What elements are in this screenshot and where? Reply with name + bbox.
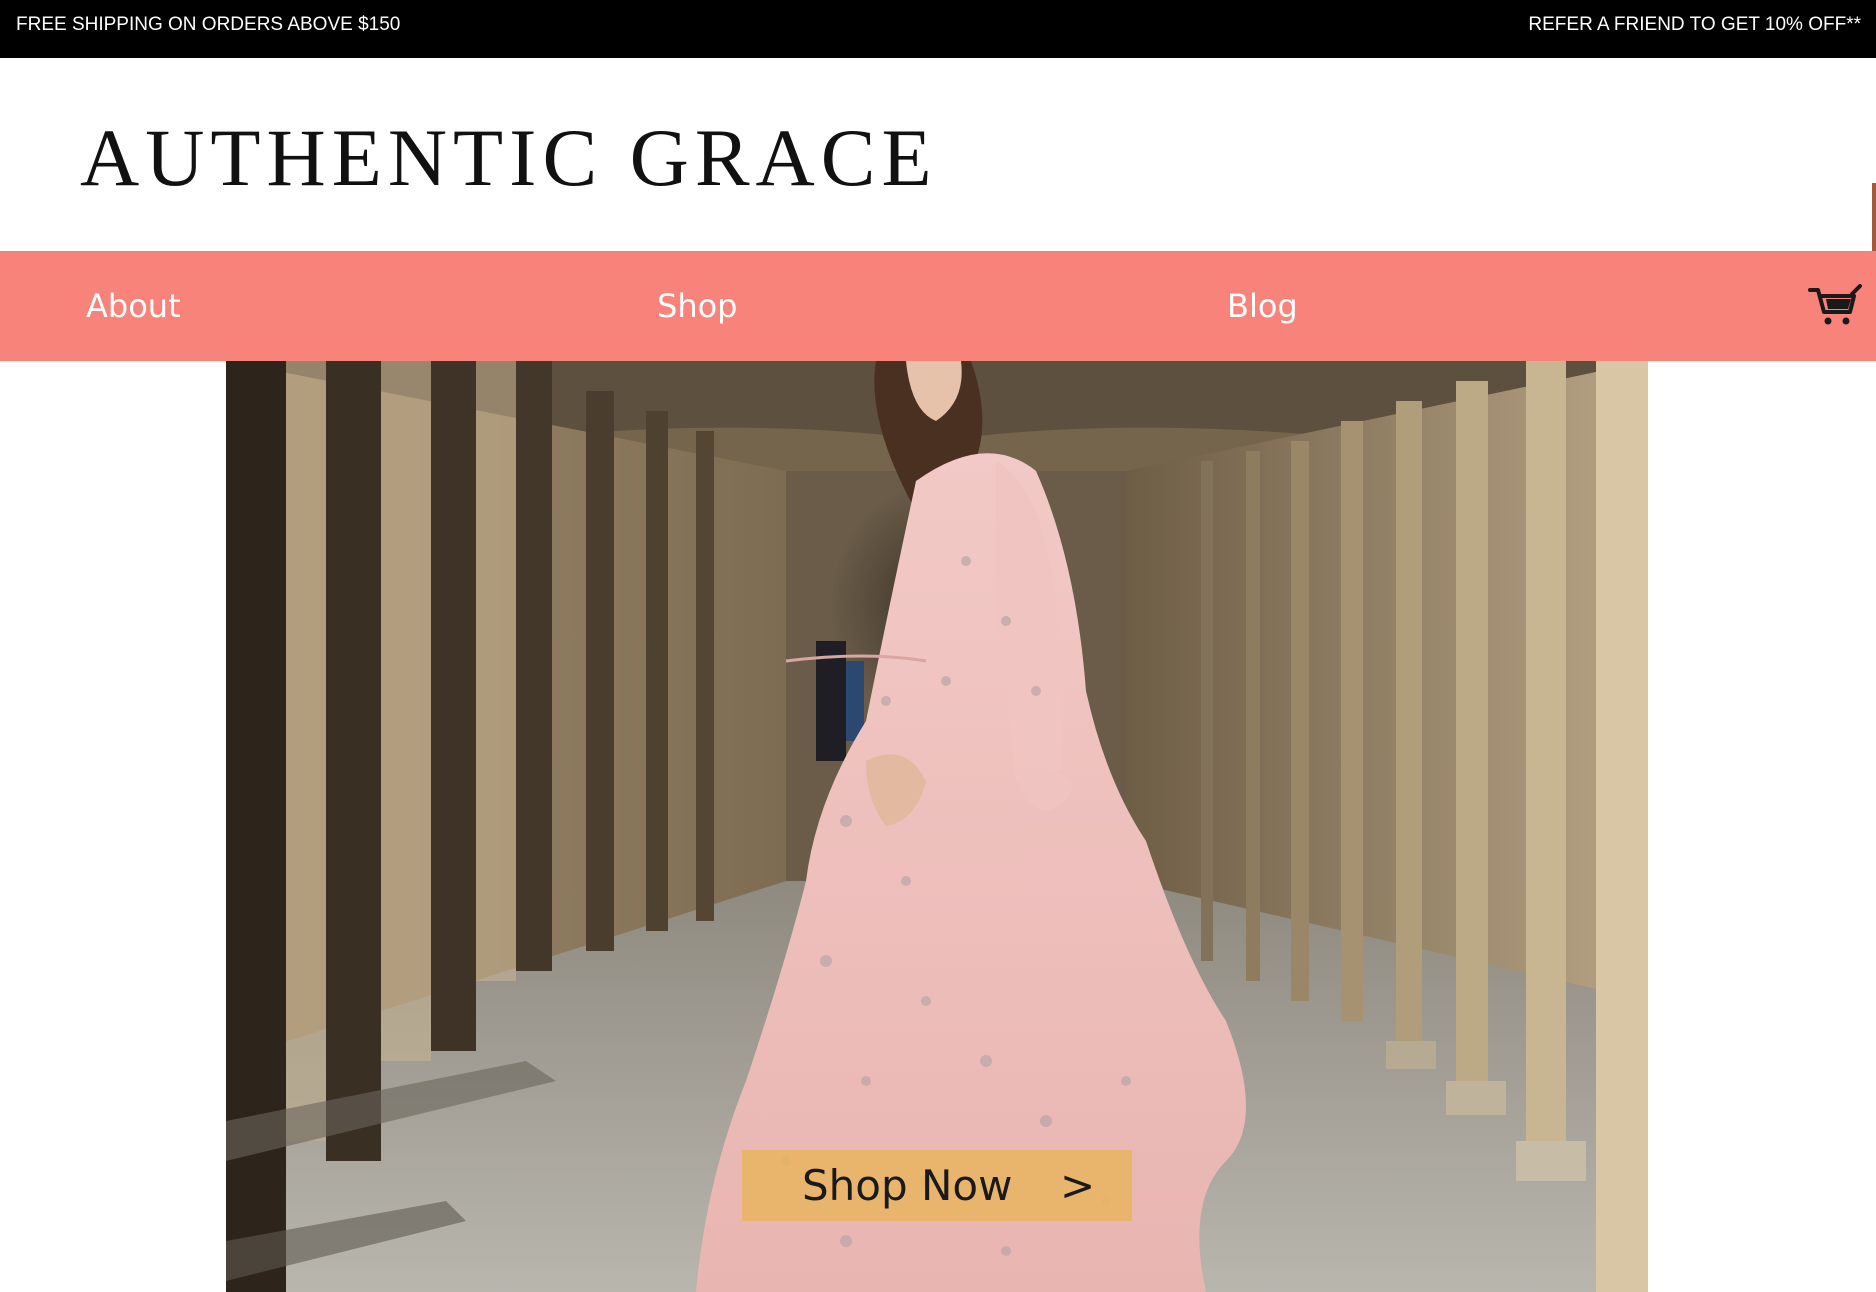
site-header: AUTHENTIC GRACE xyxy=(0,58,1876,251)
nav-item-blog[interactable]: Blog xyxy=(1227,251,1298,361)
shop-now-button[interactable]: Shop Now > xyxy=(742,1150,1132,1221)
free-shipping-text: FREE SHIPPING ON ORDERS ABOVE $150 xyxy=(16,14,401,35)
nav-item-about[interactable]: About xyxy=(86,251,181,361)
nav-item-shop[interactable]: Shop xyxy=(657,251,737,361)
shop-now-label: Shop Now xyxy=(802,1161,1013,1210)
logo-word-grace: GRACE xyxy=(629,112,938,203)
shopping-cart-icon[interactable] xyxy=(1808,284,1862,328)
site-logo[interactable]: AUTHENTIC GRACE xyxy=(80,108,938,208)
announcement-bar: FREE SHIPPING ON ORDERS ABOVE $150 REFER… xyxy=(0,0,1876,58)
page: FREE SHIPPING ON ORDERS ABOVE $150 REFER… xyxy=(0,0,1876,1292)
scrollbar-edge xyxy=(1872,183,1876,251)
logo-word-grace-wrapper: GRACE xyxy=(630,108,938,208)
main-nav: About Shop Blog xyxy=(0,251,1876,361)
chevron-right-icon: > xyxy=(1060,1161,1096,1210)
logo-word-authentic: AUTHENTIC xyxy=(80,112,604,203)
referral-text: REFER A FRIEND TO GET 10% OFF** xyxy=(1528,14,1861,35)
